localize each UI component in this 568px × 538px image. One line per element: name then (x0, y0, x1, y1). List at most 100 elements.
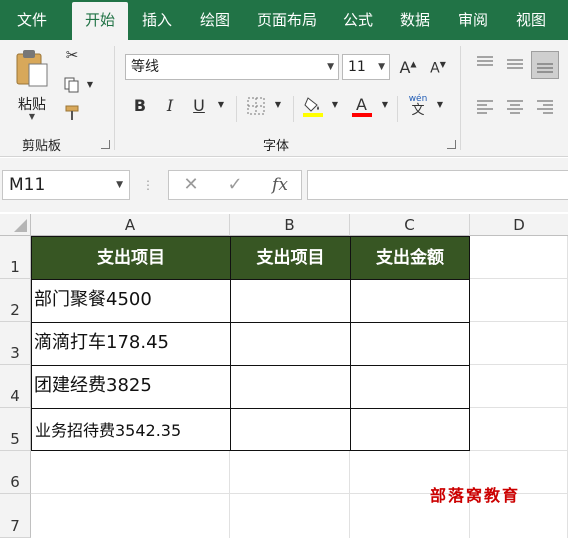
phonetic-icon: 文 (411, 103, 425, 118)
cell-b1[interactable]: 支出项目 (230, 236, 351, 280)
row-number: 2 (10, 301, 20, 319)
row-number: 5 (10, 430, 20, 448)
format-painter-icon[interactable] (62, 104, 82, 126)
chevron-down-icon: ▼ (28, 112, 36, 121)
align-center-icon[interactable] (505, 98, 525, 116)
menu-draw[interactable]: 绘图 (190, 0, 240, 40)
font-name-dropdown[interactable]: 等线 ▼ (125, 54, 339, 80)
formula-input[interactable] (307, 170, 568, 200)
cell-c2[interactable] (350, 279, 470, 323)
font-color-button[interactable]: A (350, 94, 374, 120)
copy-icon[interactable] (62, 76, 82, 98)
column-header-b[interactable]: B (230, 214, 350, 236)
cell-c4[interactable] (350, 365, 470, 409)
menu-file[interactable]: 文件 (4, 0, 60, 40)
underline-dropdown-icon[interactable]: ▼ (216, 100, 226, 109)
cell-c5[interactable] (350, 408, 470, 451)
chevron-down-icon: ▼ (327, 62, 334, 72)
cell-b4[interactable] (230, 365, 351, 409)
align-middle-icon[interactable] (505, 55, 525, 73)
row-header-4[interactable]: 4 (0, 365, 31, 408)
formula-buttons: ✕ ✓ fx (168, 170, 302, 200)
divider (293, 96, 294, 122)
cell-a1[interactable]: 支出项目 (31, 236, 231, 280)
cell-b2[interactable] (230, 279, 351, 323)
row-header-3[interactable]: 3 (0, 322, 31, 365)
paste-button[interactable]: 粘贴 ▼ (10, 46, 54, 126)
menu-review[interactable]: 审阅 (448, 0, 498, 40)
grow-font-icon: A (399, 58, 411, 77)
menu-home[interactable]: 开始 (72, 2, 128, 40)
bold-button[interactable]: B (131, 96, 149, 115)
insert-function-button[interactable]: fx (269, 173, 291, 197)
align-bottom-button[interactable] (531, 51, 559, 79)
paste-label: 粘贴 (18, 97, 46, 113)
cell-a5[interactable]: 业务招待费3542.35 (31, 408, 231, 451)
chevron-down-icon: ▼ (116, 180, 123, 190)
borders-icon[interactable] (245, 96, 267, 118)
menu-insert[interactable]: 插入 (132, 0, 182, 40)
row-number: 1 (10, 258, 20, 276)
italic-button[interactable]: I (161, 96, 179, 115)
underline-button[interactable]: U (190, 96, 208, 115)
row-number: 3 (10, 344, 20, 362)
watermark-text: 部落窝教育 (430, 486, 521, 505)
row-header-5[interactable]: 5 (0, 408, 31, 451)
phonetic-guide-button[interactable]: wén 文 (405, 94, 431, 120)
cut-icon[interactable]: ✂ (62, 46, 82, 68)
ribbon: 粘贴 ▼ ✂ ▼ 剪贴板 等线 ▼ 11 ▼ A▲ A▼ B I U ▼ ▼ ▼… (0, 40, 568, 157)
enter-icon[interactable]: ✓ (225, 173, 245, 197)
column-header-d[interactable]: D (470, 214, 568, 236)
cell-c1[interactable]: 支出金额 (350, 236, 470, 280)
shrink-font-button[interactable]: A▼ (428, 60, 448, 77)
cell-a4[interactable]: 团建经费3825 (31, 365, 231, 409)
font-color-dropdown-icon[interactable]: ▼ (380, 100, 390, 109)
group-divider (114, 46, 115, 150)
row-number: 6 (10, 473, 20, 491)
more-icon: ⋮ (142, 178, 154, 192)
grow-font-button[interactable]: A▲ (398, 58, 418, 77)
cell-a2[interactable]: 部门聚餐4500 (31, 279, 231, 323)
column-header-a[interactable]: A (31, 214, 230, 236)
phonetic-dropdown-icon[interactable]: ▼ (435, 100, 445, 109)
row-header-2[interactable]: 2 (0, 279, 31, 322)
cell-c3[interactable] (350, 322, 470, 366)
align-right-icon[interactable] (535, 98, 555, 116)
row-number: 7 (10, 517, 20, 535)
cell-b5[interactable] (230, 408, 351, 451)
copy-dropdown-icon[interactable]: ▼ (84, 80, 96, 89)
fill-color-dropdown-icon[interactable]: ▼ (330, 100, 340, 109)
row-header-1[interactable]: 1 (0, 236, 31, 279)
svg-text:A: A (356, 95, 367, 114)
row-header-7[interactable]: 7 (0, 494, 31, 538)
row-number: 4 (10, 387, 20, 405)
fill-bucket-icon (303, 97, 323, 117)
menu-page-layout[interactable]: 页面布局 (248, 0, 326, 40)
menu-bar: 文件 开始 插入 绘图 页面布局 公式 数据 审阅 视图 (0, 0, 568, 40)
cell-b3[interactable] (230, 322, 351, 366)
cancel-icon[interactable]: ✕ (181, 173, 201, 197)
font-color-icon: A (352, 95, 372, 117)
select-all-button[interactable] (0, 214, 31, 236)
clipboard-group-label: 剪贴板 (22, 139, 62, 154)
menu-formulas[interactable]: 公式 (334, 0, 382, 40)
name-box[interactable]: M11 ▼ (2, 170, 130, 200)
menu-data[interactable]: 数据 (390, 0, 440, 40)
fill-color-button[interactable] (301, 94, 325, 120)
font-size-dropdown[interactable]: 11 ▼ (342, 54, 390, 80)
align-top-icon[interactable] (475, 55, 495, 73)
font-group-label: 字体 (263, 139, 290, 154)
menu-view[interactable]: 视图 (506, 0, 556, 40)
align-bottom-icon (537, 63, 553, 73)
borders-dropdown-icon[interactable]: ▼ (273, 100, 283, 109)
font-launcher-icon[interactable] (447, 140, 456, 149)
divider (397, 96, 398, 122)
row-header-6[interactable]: 6 (0, 451, 31, 494)
group-divider (460, 46, 461, 150)
clipboard-launcher-icon[interactable] (101, 140, 110, 149)
column-header-c[interactable]: C (350, 214, 470, 236)
cell-a3[interactable]: 滴滴打车178.45 (31, 322, 231, 366)
align-left-icon[interactable] (475, 98, 495, 116)
chevron-down-icon: ▼ (378, 62, 385, 72)
shrink-font-icon: A (430, 60, 440, 77)
